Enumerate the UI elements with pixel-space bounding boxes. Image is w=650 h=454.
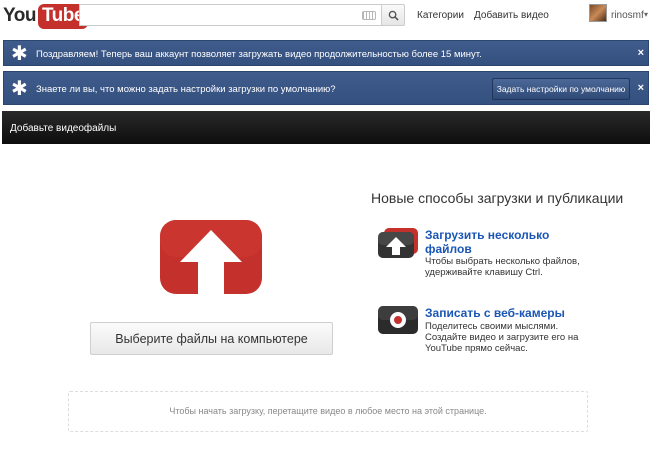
nav-upload-link[interactable]: Добавить видео — [474, 10, 549, 21]
drop-zone[interactable]: Чтобы начать загрузку, перетащите видео … — [68, 391, 588, 432]
set-defaults-button[interactable]: Задать настройки по умолчанию — [492, 78, 630, 100]
avatar[interactable] — [589, 4, 607, 22]
webcam-description: Поделитесь своими мыслями. Создайте виде… — [425, 321, 579, 354]
star-icon: ✱ — [11, 43, 28, 65]
section-header: Добавьте видеофайлы — [2, 111, 650, 144]
multiple-upload-link[interactable]: Загрузить несколько файлов — [425, 228, 585, 256]
chevron-down-icon[interactable]: ▾ — [644, 10, 648, 19]
multiple-upload-icon[interactable] — [378, 228, 420, 258]
new-ways-title: Новые способы загрузки и публикации — [371, 190, 624, 206]
webcam-icon[interactable] — [378, 306, 420, 336]
search-field-wrapper — [79, 4, 381, 26]
notice-upload-defaults: ✱ Знаете ли вы, что можно задать настрой… — [3, 71, 649, 105]
nav-categories-link[interactable]: Категории — [417, 10, 464, 21]
select-files-button[interactable]: Выберите файлы на компьютере — [90, 322, 333, 355]
notice-upload-limit: ✱ Поздравляем! Теперь ваш аккаунт позвол… — [3, 40, 649, 66]
drop-hint: Чтобы начать загрузку, перетащите видео … — [169, 406, 487, 416]
star-icon: ✱ — [11, 78, 28, 100]
page: You Tube Категории Добавить видео rinosm… — [0, 0, 650, 454]
multiple-upload-description: Чтобы выбрать несколько файлов, удержива… — [425, 256, 580, 278]
search-icon — [388, 10, 399, 21]
logo-you-text: You — [3, 5, 36, 26]
section-title: Добавьте видеофайлы — [10, 123, 117, 134]
search-button[interactable] — [381, 4, 405, 26]
search-input[interactable] — [80, 5, 381, 25]
close-icon[interactable]: × — [638, 82, 644, 94]
youtube-logo[interactable]: You Tube — [3, 3, 88, 29]
notice-text: Знаете ли вы, что можно задать настройки… — [36, 84, 336, 95]
keyboard-icon[interactable] — [362, 11, 376, 20]
username[interactable]: rinosmf — [611, 10, 644, 21]
header: You Tube Категории Добавить видео rinosm… — [0, 0, 650, 34]
webcam-link[interactable]: Записать с веб-камеры — [425, 306, 585, 320]
notice-text: Поздравляем! Теперь ваш аккаунт позволяе… — [36, 49, 482, 60]
upload-arrow-icon[interactable] — [160, 220, 262, 294]
close-icon[interactable]: × — [638, 47, 644, 59]
